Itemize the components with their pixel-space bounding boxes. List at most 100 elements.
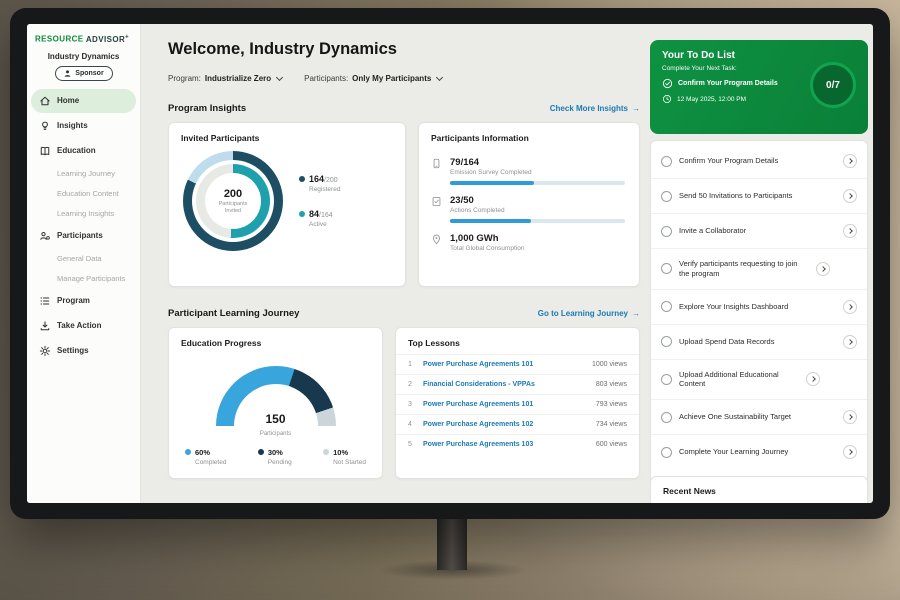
chevron-right-icon bbox=[847, 414, 853, 420]
legend-dot bbox=[299, 176, 305, 182]
program-filter-label: Program: bbox=[168, 74, 201, 83]
legend-dot bbox=[299, 211, 305, 217]
task-checkbox[interactable] bbox=[661, 191, 672, 202]
sidebar-item-label: Insights bbox=[57, 121, 88, 130]
sidebar-item-label: Settings bbox=[57, 346, 89, 355]
actions-icon bbox=[431, 196, 442, 207]
lesson-link[interactable]: Power Purchase Agreements 103 bbox=[423, 441, 588, 448]
task-checkbox[interactable] bbox=[661, 301, 672, 312]
task-row[interactable]: Explore Your Insights Dashboard bbox=[651, 290, 867, 325]
task-row[interactable]: Complete Your Learning Journey bbox=[651, 435, 867, 469]
task-row[interactable]: Verify participants requesting to join t… bbox=[651, 249, 867, 290]
lesson-link[interactable]: Financial Considerations - VPPAs bbox=[423, 381, 588, 388]
task-checkbox[interactable] bbox=[661, 263, 672, 274]
consumption-icon bbox=[431, 234, 442, 245]
task-row[interactable]: Upload Additional Educational Content bbox=[651, 360, 867, 401]
sidebar-item-manage-participants[interactable]: Manage Participants bbox=[31, 269, 136, 288]
arrow-right-icon: → bbox=[632, 309, 640, 318]
sidebar: RESOURCE ADVISOR+ Industry Dynamics Spon… bbox=[27, 24, 141, 503]
sidebar-item-participants[interactable]: Participants bbox=[31, 224, 136, 248]
education-progress-gauge-chart: 150 Participants bbox=[216, 366, 336, 426]
legend-dot bbox=[323, 449, 329, 455]
sidebar-item-insights[interactable]: Insights bbox=[31, 114, 136, 138]
sidebar-item-learning-insights[interactable]: Learning Insights bbox=[31, 204, 136, 223]
lesson-row[interactable]: 5 Power Purchase Agreements 103 600 view… bbox=[396, 434, 639, 454]
sidebar-item-education-content[interactable]: Education Content bbox=[31, 184, 136, 203]
monitor-stand bbox=[437, 515, 467, 570]
task-chevron-button[interactable] bbox=[843, 445, 857, 459]
card-title: Invited Participants bbox=[169, 123, 405, 149]
todo-title: Your To Do List bbox=[662, 50, 856, 61]
chevron-down-icon bbox=[276, 74, 283, 81]
donut-legend: 164/200 Registered 84/164 Active bbox=[299, 174, 340, 228]
program-icon bbox=[39, 295, 51, 307]
todo-hero-card: Your To Do List Complete Your Next Task:… bbox=[650, 40, 868, 134]
program-insights-header: Program Insights Check More Insights → bbox=[168, 103, 640, 114]
donut-center-value: 200 bbox=[224, 188, 242, 200]
chevron-right-icon bbox=[847, 449, 853, 455]
task-checkbox[interactable] bbox=[661, 412, 672, 423]
task-checkbox[interactable] bbox=[661, 336, 672, 347]
lesson-link[interactable]: Power Purchase Agreements 101 bbox=[423, 361, 584, 368]
task-checkbox[interactable] bbox=[661, 226, 672, 237]
task-chevron-button[interactable] bbox=[843, 154, 857, 168]
sidebar-item-take-action[interactable]: Take Action bbox=[31, 314, 136, 338]
task-checkbox[interactable] bbox=[661, 447, 672, 458]
lesson-row[interactable]: 4 Power Purchase Agreements 102 734 view… bbox=[396, 414, 639, 434]
task-chevron-button[interactable] bbox=[816, 262, 830, 276]
insights-icon bbox=[39, 120, 51, 132]
take-action-icon bbox=[39, 320, 51, 332]
stat-actions-completed: 23/50 Actions Completed bbox=[419, 187, 639, 214]
sidebar-item-label: Education bbox=[57, 146, 96, 155]
sidebar-item-home[interactable]: Home bbox=[31, 89, 136, 113]
task-row[interactable]: Achieve One Sustainability Target bbox=[651, 400, 867, 435]
sidebar-item-general-data[interactable]: General Data bbox=[31, 249, 136, 268]
task-row[interactable]: Send 50 Invitations to Participants bbox=[651, 179, 867, 214]
lesson-row[interactable]: 3 Power Purchase Agreements 101 793 view… bbox=[396, 394, 639, 414]
lesson-link[interactable]: Power Purchase Agreements 101 bbox=[423, 401, 588, 408]
task-chevron-button[interactable] bbox=[806, 372, 820, 386]
task-row[interactable]: Invite a Collaborator bbox=[651, 214, 867, 249]
invited-participants-donut-chart: 200 Participants Invited bbox=[183, 151, 283, 251]
chevron-right-icon bbox=[847, 193, 853, 199]
learning-journey-header: Participant Learning Journey Go to Learn… bbox=[168, 308, 640, 319]
sponsor-label: Sponsor bbox=[75, 70, 103, 77]
lesson-row[interactable]: 2 Financial Considerations - VPPAs 803 v… bbox=[396, 374, 639, 394]
stat-consumption: 1,000 GWh Total Global Consumption bbox=[419, 225, 639, 252]
check-more-insights-link[interactable]: Check More Insights → bbox=[550, 104, 640, 113]
legend-pending: 30% Pending bbox=[258, 448, 292, 466]
task-row[interactable]: Upload Spend Data Records bbox=[651, 325, 867, 360]
section-title: Participant Learning Journey bbox=[168, 308, 299, 319]
program-filter-dropdown[interactable]: Program: Industrialize Zero bbox=[168, 74, 282, 83]
chevron-right-icon bbox=[820, 266, 826, 272]
participants-filter-dropdown[interactable]: Participants: Only My Participants bbox=[304, 74, 442, 83]
task-chevron-button[interactable] bbox=[843, 189, 857, 203]
task-chevron-button[interactable] bbox=[843, 224, 857, 238]
task-chevron-button[interactable] bbox=[843, 300, 857, 314]
card-title: Top Lessons bbox=[396, 328, 639, 354]
legend-dot bbox=[258, 449, 264, 455]
app-logo: RESOURCE ADVISOR+ bbox=[27, 24, 140, 46]
go-to-learning-journey-link[interactable]: Go to Learning Journey → bbox=[538, 309, 640, 318]
chevron-right-icon bbox=[847, 228, 853, 234]
invited-participants-card: Invited Participants 200 Participants In… bbox=[168, 122, 406, 287]
gauge-center-value: 150 bbox=[216, 412, 336, 426]
education-progress-card: Education Progress 150 Participants 60% … bbox=[168, 327, 383, 479]
program-filter-value: Industrialize Zero bbox=[205, 74, 271, 83]
task-row[interactable]: Confirm Your Program Details bbox=[651, 144, 867, 179]
lesson-link[interactable]: Power Purchase Agreements 102 bbox=[423, 421, 588, 428]
task-chevron-button[interactable] bbox=[843, 335, 857, 349]
task-checkbox[interactable] bbox=[661, 374, 672, 385]
task-checkbox[interactable] bbox=[661, 156, 672, 167]
task-chevron-button[interactable] bbox=[843, 410, 857, 424]
sidebar-item-education[interactable]: Education bbox=[31, 139, 136, 163]
sidebar-item-learning-journey[interactable]: Learning Journey bbox=[31, 164, 136, 183]
survey-icon bbox=[431, 158, 442, 169]
logo-resource: RESOURCE bbox=[35, 35, 84, 44]
clock-icon bbox=[662, 94, 672, 104]
sidebar-item-program[interactable]: Program bbox=[31, 289, 136, 313]
lesson-row[interactable]: 1 Power Purchase Agreements 101 1000 vie… bbox=[396, 354, 639, 374]
sponsor-badge: Sponsor bbox=[55, 66, 113, 81]
sidebar-item-settings[interactable]: Settings bbox=[31, 339, 136, 363]
top-lessons-card: Top Lessons 1 Power Purchase Agreements … bbox=[395, 327, 640, 479]
